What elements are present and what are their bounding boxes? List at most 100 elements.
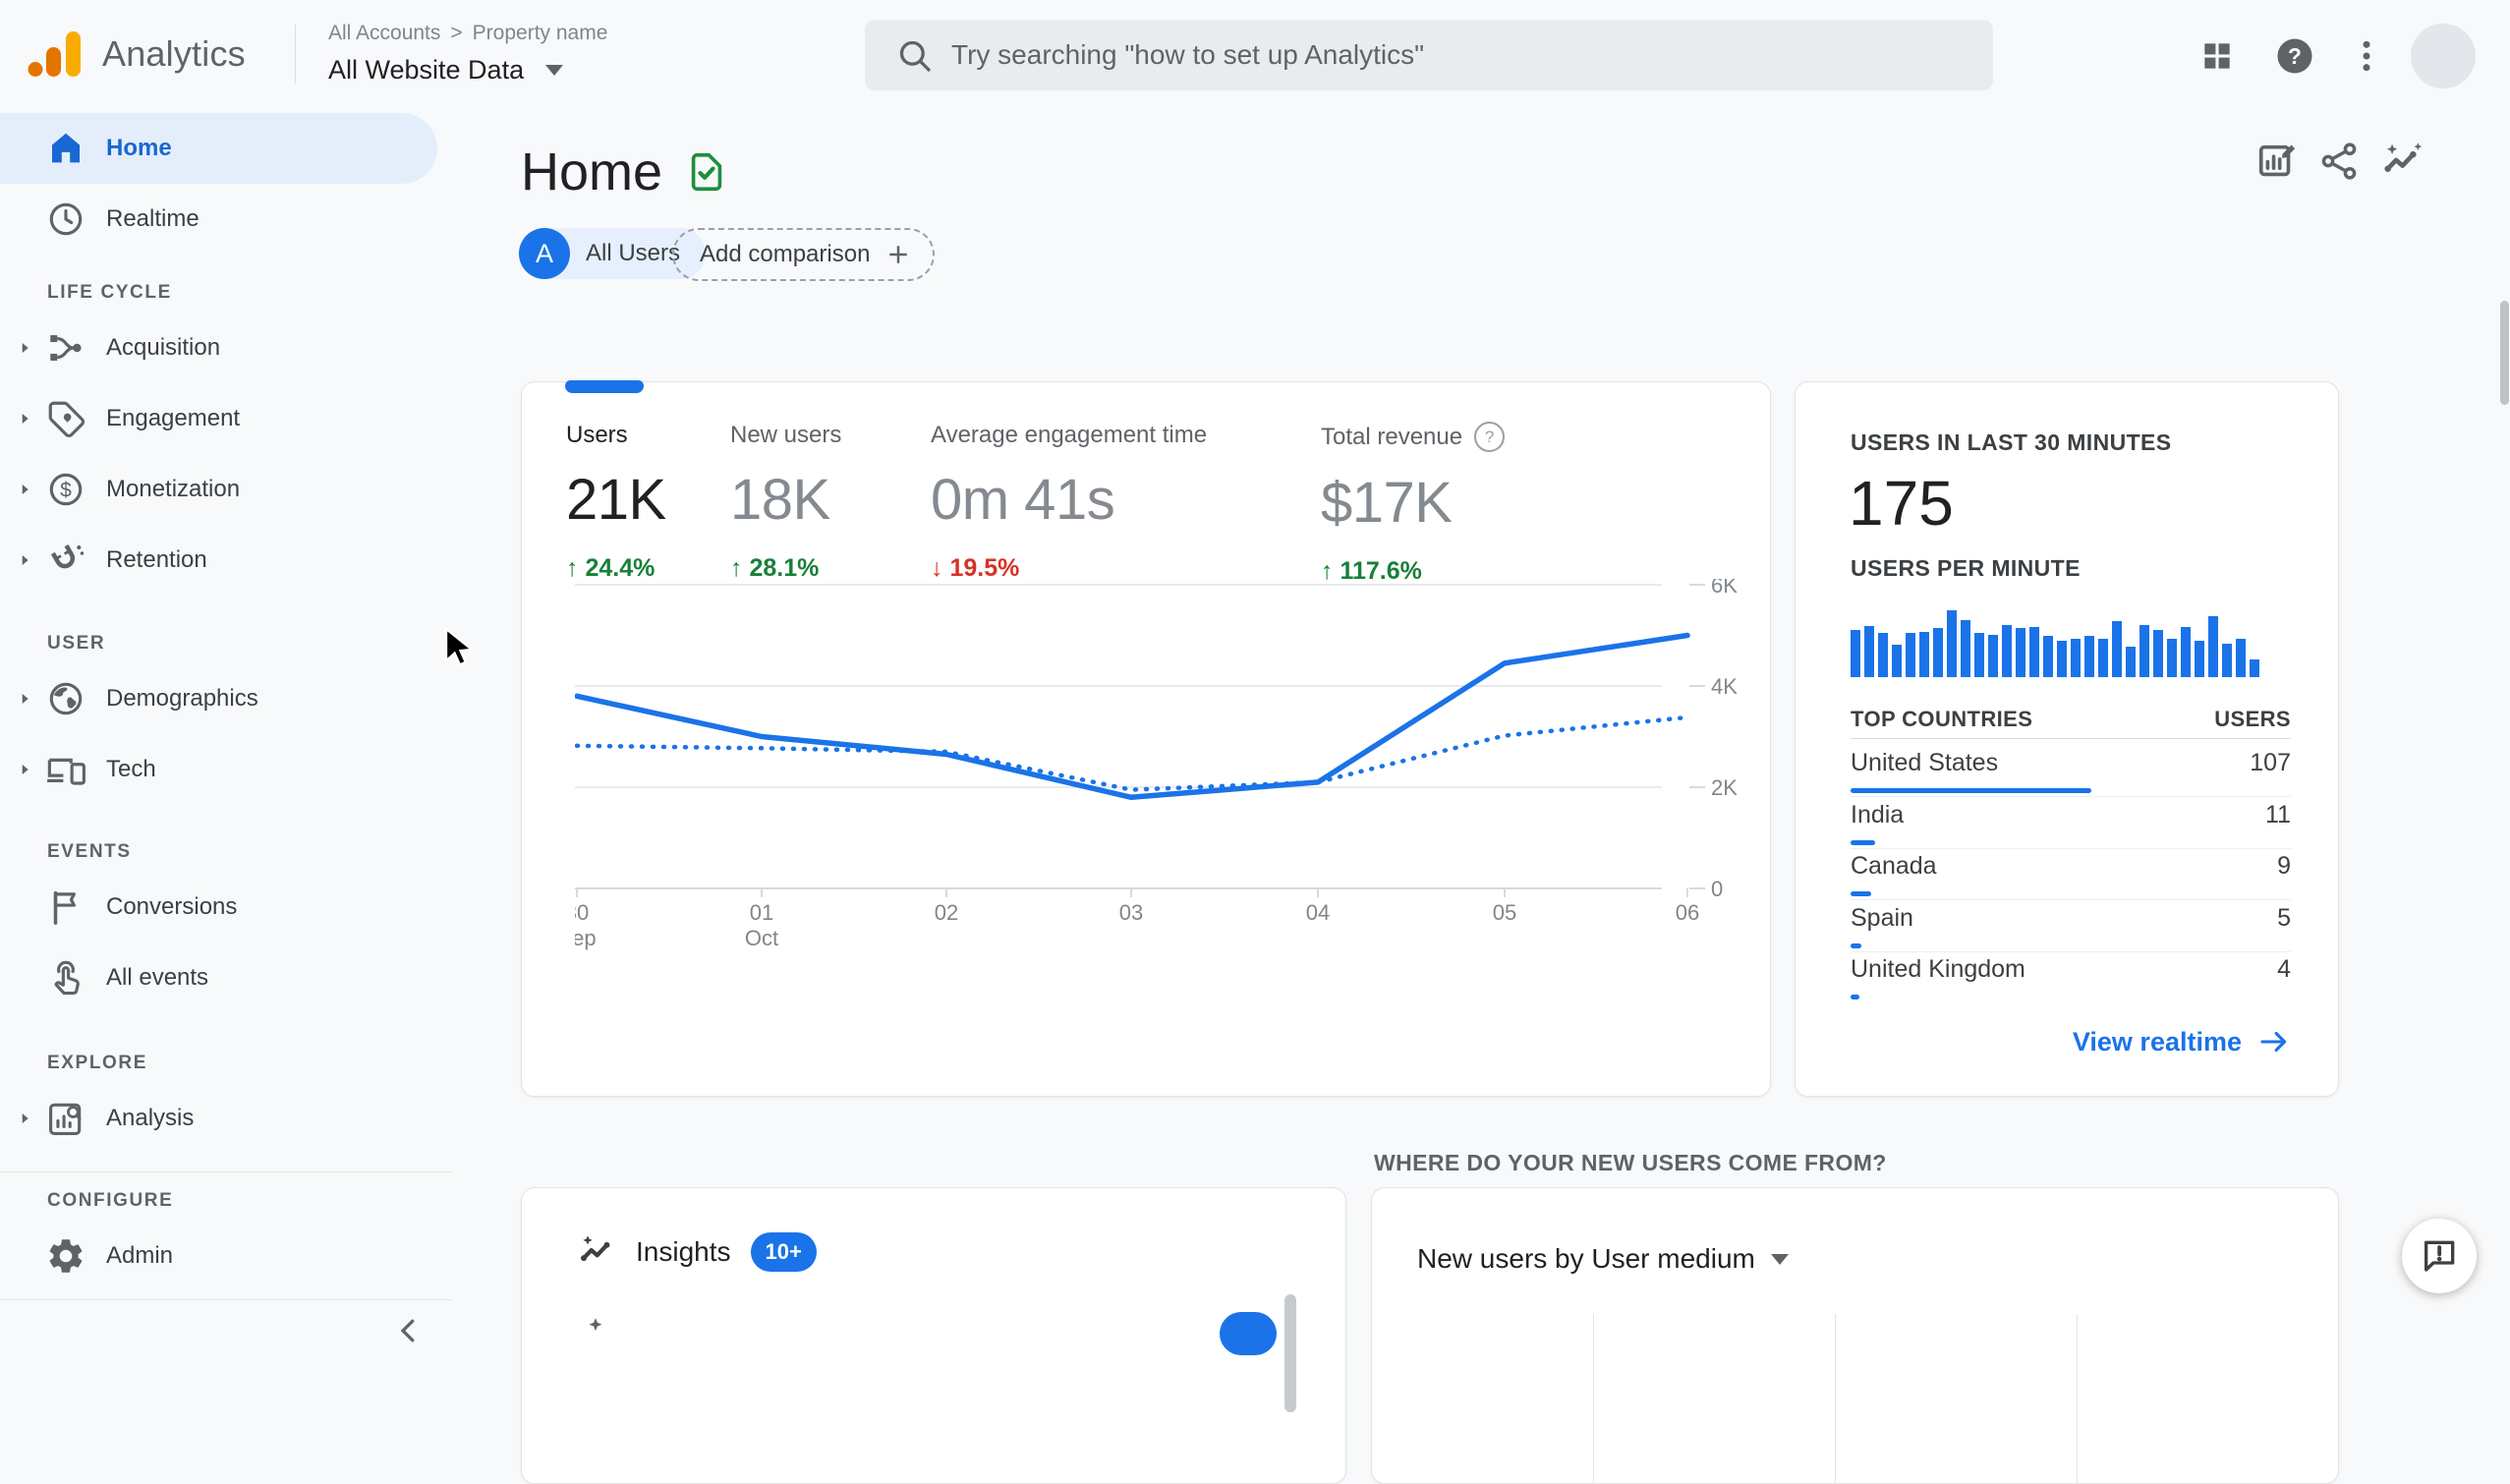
country-bar (1851, 788, 2091, 793)
sidebar-item-label: Conversions (106, 893, 238, 920)
sidebar-item-home[interactable]: Home (0, 113, 437, 184)
expand-arrow[interactable] (14, 759, 35, 780)
help-circle-icon[interactable]: ? (1474, 422, 1506, 452)
sidebar-item-demographics[interactable]: Demographics (0, 663, 452, 734)
engagement-icon (48, 401, 86, 438)
sidebar-collapse-button[interactable] (391, 1313, 427, 1348)
customize-report-button[interactable] (2254, 140, 2302, 187)
sidebar-item-acquisition[interactable]: Acquisition (0, 313, 452, 383)
help-icon: ? (2277, 38, 2312, 74)
expand-arrow[interactable] (14, 1108, 35, 1129)
realtime-users-value: 175 (1849, 468, 1954, 539)
touch-icon (54, 960, 80, 996)
analysis-icon (45, 1098, 86, 1139)
report-verified-icon[interactable] (684, 147, 729, 197)
new-users-dimension-selector[interactable]: New users by User medium (1417, 1243, 1789, 1275)
country-name: Canada (1851, 852, 1937, 880)
metric-value: 21K (566, 468, 666, 532)
globe-icon (49, 682, 83, 715)
breadcrumb-all-accounts[interactable]: All Accounts (328, 22, 440, 45)
minute-bar (2002, 625, 2012, 677)
insight-item-badge[interactable] (1220, 1312, 1277, 1355)
expand-arrow[interactable] (14, 549, 35, 571)
share-button[interactable] (2317, 140, 2365, 187)
sidebar-item-analysis[interactable]: Analysis (0, 1083, 452, 1154)
view-realtime-link[interactable]: View realtime (2073, 1025, 2291, 1058)
add-comparison-button[interactable]: Add comparison (672, 228, 936, 281)
expand-arrow[interactable] (14, 408, 35, 429)
breadcrumb-property-name[interactable]: Property name (473, 22, 608, 45)
sidebar-item-all-events[interactable]: All events (0, 942, 452, 1013)
metric-tab-total-revenue[interactable]: Total revenue? $17K ↑ 117.6% (1321, 422, 1506, 586)
sidebar-section-explore: EXPLORE (47, 1053, 147, 1073)
analytics-logo-icon (28, 31, 81, 77)
country-row-spain: Spain 5 (1851, 900, 2291, 952)
sidebar-item-admin[interactable]: Admin (0, 1221, 452, 1291)
realtime-card: USERS IN LAST 30 MINUTES 175 USERS PER M… (1795, 381, 2339, 1097)
sidebar-section-events: EVENTS (47, 841, 132, 862)
analytics-logo[interactable]: Analytics (25, 24, 246, 85)
insights-scrollbar[interactable] (1284, 1294, 1296, 1412)
touch-icon (45, 957, 86, 999)
gear-icon (45, 1235, 86, 1277)
minute-bar (1988, 635, 1998, 677)
avatar[interactable] (2411, 24, 2476, 88)
devices-icon (47, 758, 86, 785)
country-bar (1851, 995, 1859, 999)
metric-tab-average-engagement-time[interactable]: Average engagement time 0m 41s ↓ 19.5% (931, 422, 1207, 583)
insights-button[interactable] (2380, 140, 2427, 187)
country-row-united-kingdom: United Kingdom 4 (1851, 951, 2291, 1002)
apps-grid-button[interactable] (2194, 32, 2241, 80)
sidebar-item-monetization[interactable]: $ Monetization (0, 454, 452, 525)
x-axis-label: 06 (1676, 900, 1699, 925)
sidebar-item-engagement[interactable]: Engagement (0, 383, 452, 454)
page-scrollbar[interactable] (2500, 301, 2509, 405)
minute-bar (2222, 644, 2232, 677)
insights-card: Insights 10+ (521, 1187, 1346, 1484)
minute-bar (2098, 639, 2108, 677)
metric-tab-new-users[interactable]: New users 18K ↑ 28.1% (730, 422, 841, 583)
metric-label: Average engagement time (931, 422, 1208, 448)
monetization-icon: $ (45, 469, 86, 510)
help-button[interactable]: ? (2271, 32, 2318, 80)
country-name: United Kingdom (1851, 955, 2025, 983)
feedback-chat-button[interactable] (2402, 1219, 2477, 1293)
sidebar-item-retention[interactable]: Retention (0, 525, 452, 596)
chart-gridline (2077, 1314, 2078, 1483)
property-selector[interactable]: All Website Data (328, 55, 564, 86)
x-axis-label: 04 (1306, 900, 1330, 925)
sidebar-item-label: Engagement (106, 405, 241, 431)
metric-value: 0m 41s (931, 468, 1115, 532)
arrow-right-icon (2260, 1031, 2287, 1053)
expand-arrow-icon (22, 554, 29, 566)
sidebar-item-label: Admin (106, 1242, 174, 1269)
chat-alert-icon (2424, 1240, 2455, 1272)
comparison-avatar: A (519, 228, 570, 279)
country-row-india: India 11 (1851, 797, 2291, 849)
gear-icon (49, 1239, 83, 1273)
plus-icon (889, 246, 908, 263)
minute-bar (2181, 627, 2191, 677)
sidebar-item-conversions[interactable]: Conversions (0, 872, 452, 942)
metric-value: 18K (730, 468, 830, 532)
search-placeholder: Try searching "how to set up Analytics" (951, 39, 1425, 70)
globe-icon (45, 678, 86, 719)
sidebar-divider (0, 1299, 452, 1300)
search-bar[interactable]: Try searching "how to set up Analytics" (865, 20, 1993, 90)
insights-sparkle-icon (581, 1235, 610, 1262)
more-menu-button[interactable] (2343, 32, 2390, 80)
sidebar-item-realtime[interactable]: Realtime (0, 184, 452, 255)
sidebar-item-label: Monetization (106, 476, 241, 502)
metric-tab-users[interactable]: Users 21K ↑ 24.4% (566, 422, 666, 583)
header-divider (295, 25, 296, 84)
expand-arrow[interactable] (14, 337, 35, 359)
expand-arrow[interactable] (14, 688, 35, 710)
country-bar (1851, 942, 1861, 948)
y-axis-label: 4K (1711, 674, 1738, 699)
home-icon (45, 128, 86, 169)
metric-label: Total revenue (1321, 423, 1463, 450)
sidebar-item-tech[interactable]: Tech (0, 734, 452, 805)
sidebar-item-label: Realtime (106, 205, 200, 232)
share-icon (2321, 143, 2357, 180)
expand-arrow[interactable] (14, 479, 35, 500)
